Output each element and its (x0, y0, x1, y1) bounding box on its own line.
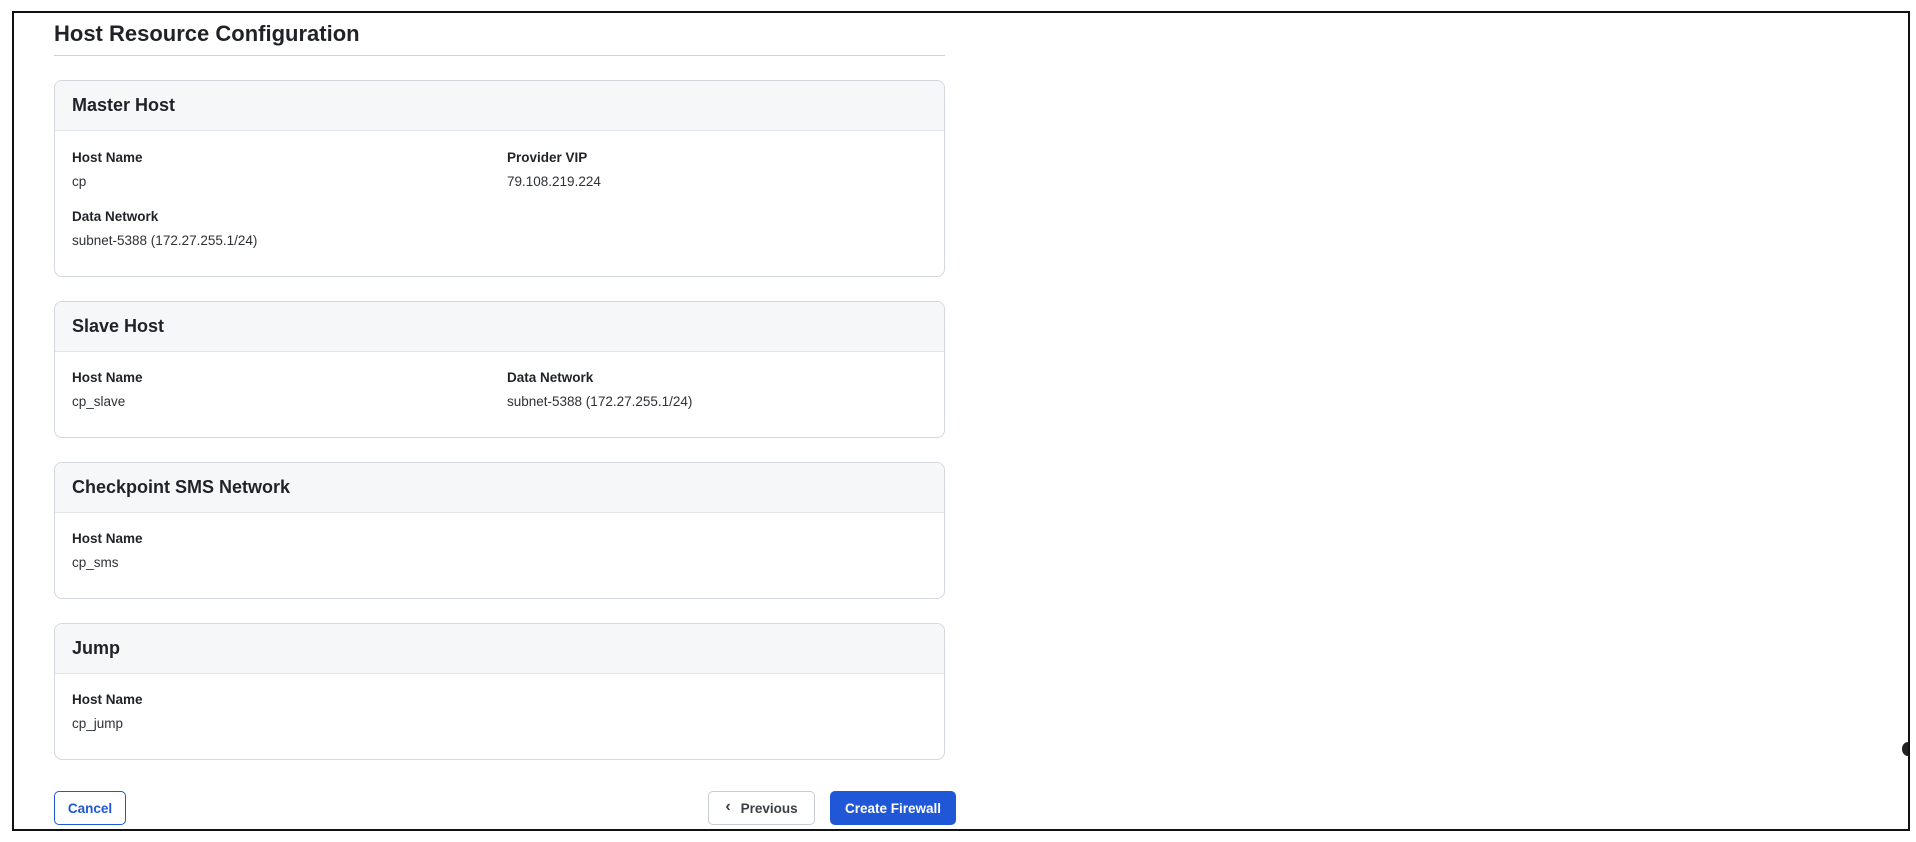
field-value: cp_sms (72, 555, 119, 570)
field-label: Host Name (72, 150, 143, 165)
card-title: Checkpoint SMS Network (55, 463, 944, 513)
slave-host-name-field: Host Name cp_slave (72, 369, 143, 411)
field-label: Host Name (72, 692, 143, 707)
slave-host-card: Slave Host Host Name cp_slave Data Netwo… (54, 301, 945, 438)
field-value: cp (72, 174, 87, 189)
field-value: cp_jump (72, 716, 124, 731)
sms-network-card: Checkpoint SMS Network Host Name cp_sms (54, 462, 945, 599)
slave-data-network-field: Data Network subnet-5388 (172.27.255.1/2… (507, 369, 692, 411)
cancel-button[interactable]: Cancel (54, 791, 126, 825)
jump-card: Jump Host Name cp_jump (54, 623, 945, 760)
app-frame: Host Resource Configuration Master Host … (12, 11, 1910, 831)
master-host-card: Master Host Host Name cp Provider VIP 79… (54, 80, 945, 277)
master-data-network-field: Data Network subnet-5388 (172.27.255.1/2… (72, 208, 257, 250)
master-provider-vip-field: Provider VIP 79.108.219.224 (507, 149, 601, 191)
field-label: Provider VIP (507, 150, 588, 165)
chevron-left-icon: ‹ (725, 798, 731, 815)
field-label: Data Network (507, 370, 594, 385)
card-title: Jump (55, 624, 944, 674)
main-content: Host Resource Configuration Master Host … (54, 13, 956, 825)
field-value: subnet-5388 (172.27.255.1/24) (72, 233, 258, 248)
field-label: Host Name (72, 370, 143, 385)
field-value: 79.108.219.224 (507, 174, 601, 189)
page-title: Host Resource Configuration (54, 13, 945, 56)
card-title: Master Host (55, 81, 944, 131)
jump-host-name-field: Host Name cp_jump (72, 691, 143, 733)
field-label: Data Network (72, 209, 159, 224)
scroll-handle[interactable] (1902, 742, 1908, 756)
sms-host-name-field: Host Name cp_sms (72, 530, 143, 572)
previous-button[interactable]: ‹ Previous (708, 791, 815, 825)
field-label: Host Name (72, 531, 143, 546)
previous-button-label: Previous (740, 800, 798, 816)
field-value: cp_slave (72, 394, 126, 409)
field-value: subnet-5388 (172.27.255.1/24) (507, 394, 693, 409)
master-host-name-field: Host Name cp (72, 149, 143, 191)
create-firewall-button[interactable]: Create Firewall (830, 791, 956, 825)
card-title: Slave Host (55, 302, 944, 352)
